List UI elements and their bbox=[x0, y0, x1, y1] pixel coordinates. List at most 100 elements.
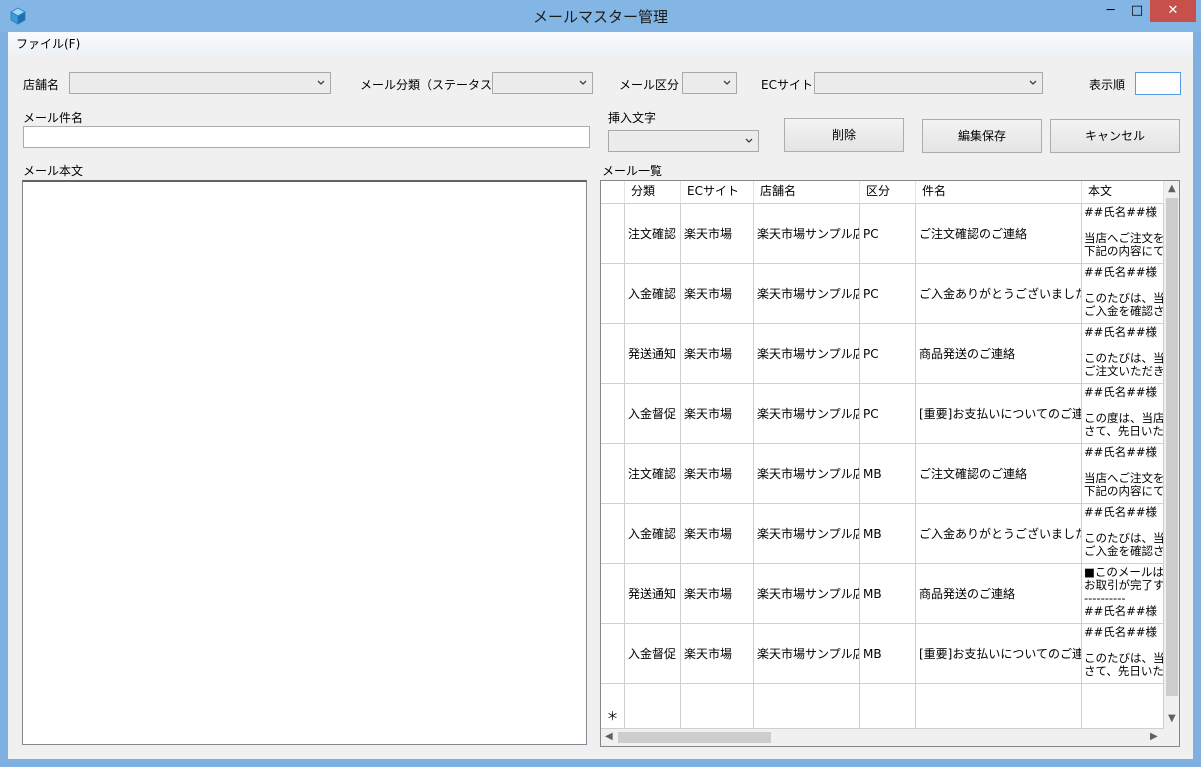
column-header-shop[interactable]: 店舗名 bbox=[754, 181, 860, 204]
cell-subject[interactable]: ご入金ありがとうございました bbox=[916, 504, 1082, 564]
new-row-cell[interactable] bbox=[1082, 684, 1164, 729]
cell-shop[interactable]: 楽天市場サンプル店 bbox=[754, 564, 860, 624]
column-header-ec-site[interactable]: ECサイト bbox=[681, 181, 754, 204]
cell-category[interactable]: 発送通知 bbox=[625, 564, 681, 624]
cell-subject[interactable]: ご入金ありがとうございました bbox=[916, 264, 1082, 324]
row-header[interactable] bbox=[601, 204, 625, 264]
mail-type-combo[interactable] bbox=[682, 72, 737, 94]
new-row-marker[interactable]: ＊ bbox=[601, 684, 625, 729]
mail-category-label: メール分類（ステータス） bbox=[360, 78, 505, 92]
cell-category[interactable]: 入金確認 bbox=[625, 504, 681, 564]
column-header-type[interactable]: 区分 bbox=[860, 181, 916, 204]
cell-shop[interactable]: 楽天市場サンプル店 bbox=[754, 504, 860, 564]
row-header[interactable] bbox=[601, 564, 625, 624]
vertical-scrollbar[interactable]: ▲ ▼ bbox=[1164, 181, 1179, 729]
horizontal-scroll-thumb[interactable] bbox=[618, 732, 771, 743]
cell-subject[interactable]: [重要]お支払いについてのご連絡 bbox=[916, 384, 1082, 444]
cell-category[interactable]: 入金確認 bbox=[625, 264, 681, 324]
cell-shop[interactable]: 楽天市場サンプル店 bbox=[754, 324, 860, 384]
delete-button[interactable]: 削除 bbox=[784, 118, 904, 152]
cell-ec-site[interactable]: 楽天市場 bbox=[681, 564, 754, 624]
insert-text-combo[interactable] bbox=[608, 130, 759, 152]
cell-subject[interactable]: 商品発送のご連絡 bbox=[916, 324, 1082, 384]
cell-shop[interactable]: 楽天市場サンプル店 bbox=[754, 624, 860, 684]
cell-shop[interactable]: 楽天市場サンプル店 bbox=[754, 204, 860, 264]
cell-ec-site[interactable]: 楽天市場 bbox=[681, 204, 754, 264]
subject-input[interactable] bbox=[23, 126, 590, 148]
cell-type[interactable]: MB bbox=[860, 444, 916, 504]
cell-category[interactable]: 入金督促 bbox=[625, 624, 681, 684]
cell-body[interactable]: ##氏名##様 このたびは、当店 さて、先日いただ bbox=[1082, 624, 1164, 684]
column-header-category[interactable]: 分類 bbox=[625, 181, 681, 204]
ec-site-label: ECサイト bbox=[761, 78, 813, 92]
cell-body[interactable]: ■このメールはお お取引が完了す ---------- ##氏名##様 bbox=[1082, 564, 1164, 624]
cell-body[interactable]: ##氏名##様 このたびは、当店 ご注文いただきま bbox=[1082, 324, 1164, 384]
scroll-left-icon[interactable]: ◀ bbox=[605, 731, 613, 742]
save-button[interactable]: 編集保存 bbox=[922, 119, 1042, 153]
new-row-cell[interactable] bbox=[916, 684, 1082, 729]
horizontal-scrollbar[interactable]: ◀ ▶ bbox=[601, 729, 1164, 746]
cell-body[interactable]: ##氏名##様 当店へご注文を 下記の内容にて bbox=[1082, 444, 1164, 504]
new-row-cell[interactable] bbox=[860, 684, 916, 729]
cell-body[interactable]: ##氏名##様 このたびは、当店 ご入金を確認さ bbox=[1082, 264, 1164, 324]
new-row-cell[interactable] bbox=[625, 684, 681, 729]
column-header-subject[interactable]: 件名 bbox=[916, 181, 1082, 204]
scroll-down-icon[interactable]: ▼ bbox=[1168, 713, 1176, 724]
cell-shop[interactable]: 楽天市場サンプル店 bbox=[754, 384, 860, 444]
cell-type[interactable]: PC bbox=[860, 204, 916, 264]
maximize-button[interactable]: □ bbox=[1124, 0, 1150, 22]
row-header[interactable] bbox=[601, 324, 625, 384]
minimize-button[interactable]: ─ bbox=[1097, 0, 1124, 22]
cell-category[interactable]: 注文確認 bbox=[625, 204, 681, 264]
cell-body[interactable]: ##氏名##様 このたびは、当店 ご入金を確認さ bbox=[1082, 504, 1164, 564]
cell-subject[interactable]: ご注文確認のご連絡 bbox=[916, 204, 1082, 264]
menu-bar: ファイル(F) bbox=[8, 32, 1193, 54]
row-header[interactable] bbox=[601, 264, 625, 324]
ec-site-combo[interactable] bbox=[814, 72, 1043, 94]
scroll-right-icon[interactable]: ▶ bbox=[1150, 731, 1158, 742]
cell-ec-site[interactable]: 楽天市場 bbox=[681, 504, 754, 564]
title-bar[interactable]: メールマスター管理 ─ □ ✕ bbox=[0, 0, 1201, 32]
cell-ec-site[interactable]: 楽天市場 bbox=[681, 264, 754, 324]
row-header[interactable] bbox=[601, 384, 625, 444]
cell-type[interactable]: MB bbox=[860, 624, 916, 684]
cell-type[interactable]: PC bbox=[860, 324, 916, 384]
cell-type[interactable]: MB bbox=[860, 504, 916, 564]
menu-file[interactable]: ファイル(F) bbox=[14, 35, 82, 52]
cell-shop[interactable]: 楽天市場サンプル店 bbox=[754, 264, 860, 324]
cell-subject[interactable]: ご注文確認のご連絡 bbox=[916, 444, 1082, 504]
mail-category-combo[interactable] bbox=[492, 72, 593, 94]
cell-type[interactable]: PC bbox=[860, 384, 916, 444]
new-row-cell[interactable] bbox=[754, 684, 860, 729]
column-header-body[interactable]: 本文 bbox=[1082, 181, 1164, 204]
close-button[interactable]: ✕ bbox=[1150, 0, 1196, 22]
row-header[interactable] bbox=[601, 624, 625, 684]
cell-type[interactable]: MB bbox=[860, 564, 916, 624]
body-textarea[interactable] bbox=[22, 180, 587, 745]
scroll-up-icon[interactable]: ▲ bbox=[1168, 183, 1176, 194]
cell-category[interactable]: 発送通知 bbox=[625, 324, 681, 384]
display-order-input[interactable] bbox=[1135, 72, 1181, 95]
cell-category[interactable]: 入金督促 bbox=[625, 384, 681, 444]
row-header[interactable] bbox=[601, 444, 625, 504]
cell-ec-site[interactable]: 楽天市場 bbox=[681, 324, 754, 384]
cancel-button[interactable]: キャンセル bbox=[1050, 119, 1180, 153]
window-title: メールマスター管理 bbox=[532, 8, 668, 26]
mail-list-grid[interactable]: ＊##氏名##様 このたびは、当店 さて、先日いただ[重要]お支払いについてのご… bbox=[600, 180, 1180, 747]
display-order-label: 表示順 bbox=[1089, 78, 1126, 92]
cell-body[interactable]: ##氏名##様 当店へご注文を 下記の内容にて bbox=[1082, 204, 1164, 264]
cell-ec-site[interactable]: 楽天市場 bbox=[681, 384, 754, 444]
cell-subject[interactable]: [重要]お支払いについてのご連絡 bbox=[916, 624, 1082, 684]
cell-shop[interactable]: 楽天市場サンプル店 bbox=[754, 444, 860, 504]
cell-body[interactable]: ##氏名##様 この度は、当店を さて、先日いただ bbox=[1082, 384, 1164, 444]
cell-type[interactable]: PC bbox=[860, 264, 916, 324]
client-area: ファイル(F) 店舗名 メール分類（ステータス） メール区分 ECサイト 表示順… bbox=[8, 32, 1193, 759]
new-row-cell[interactable] bbox=[681, 684, 754, 729]
cell-subject[interactable]: 商品発送のご連絡 bbox=[916, 564, 1082, 624]
cell-ec-site[interactable]: 楽天市場 bbox=[681, 624, 754, 684]
cell-ec-site[interactable]: 楽天市場 bbox=[681, 444, 754, 504]
vertical-scroll-thumb[interactable] bbox=[1166, 198, 1178, 696]
shop-combo[interactable] bbox=[69, 72, 331, 94]
cell-category[interactable]: 注文確認 bbox=[625, 444, 681, 504]
row-header[interactable] bbox=[601, 504, 625, 564]
